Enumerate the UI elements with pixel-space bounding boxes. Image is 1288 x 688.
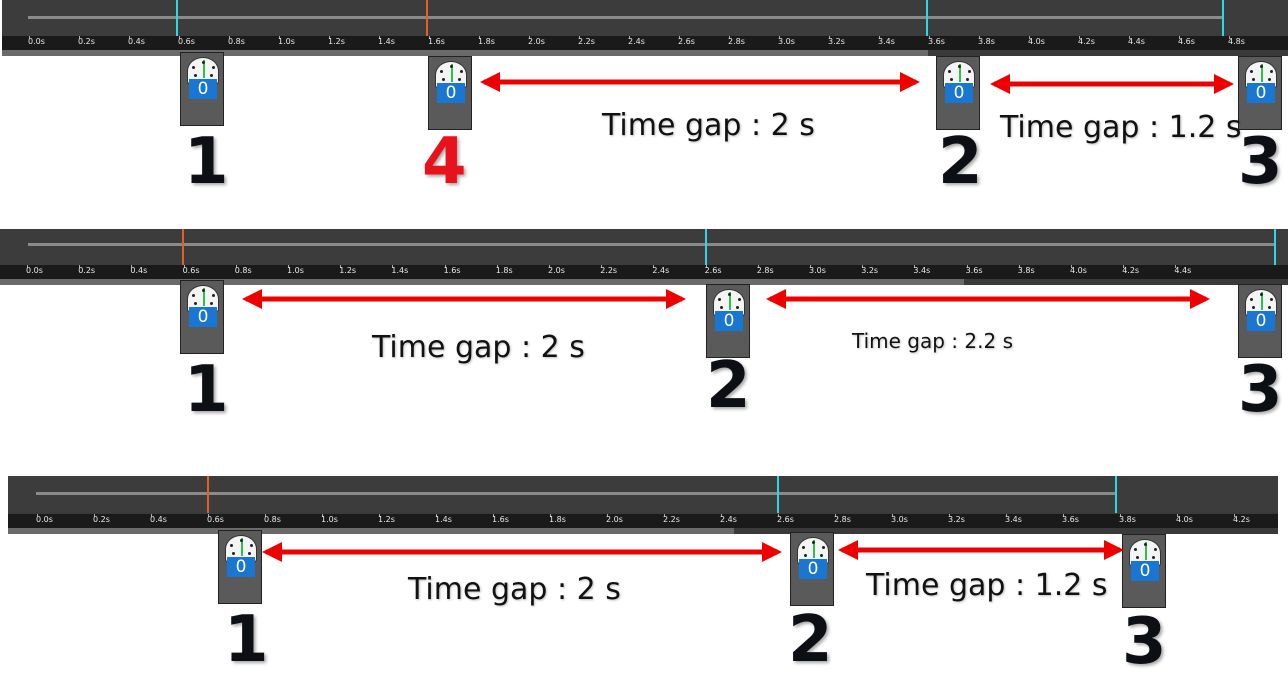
arrows-layer xyxy=(242,72,1234,562)
